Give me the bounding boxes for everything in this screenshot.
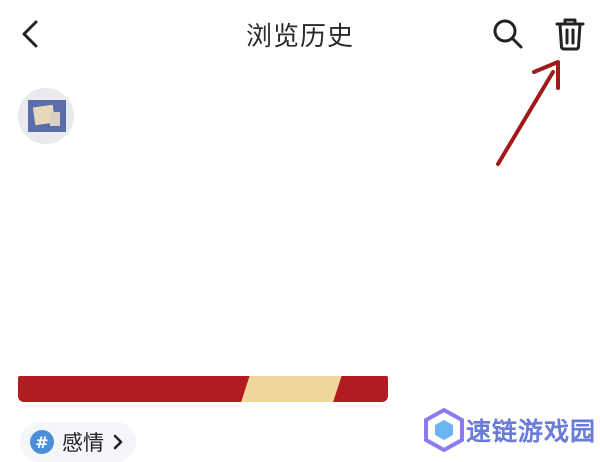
- search-icon: [493, 19, 523, 49]
- topic-tag-label: 感情: [62, 431, 104, 455]
- top-app-bar: 浏览历史: [0, 0, 600, 68]
- banner-illustration: [241, 376, 343, 402]
- watermark: 速链游戏园: [420, 404, 595, 458]
- content-banner-image[interactable]: [18, 376, 388, 402]
- delete-history-button[interactable]: [548, 14, 592, 54]
- hashtag-icon: #: [30, 430, 54, 454]
- avatar-image: [28, 100, 66, 132]
- chevron-right-icon: [113, 434, 123, 450]
- avatar[interactable]: [18, 88, 74, 144]
- search-button[interactable]: [486, 14, 530, 54]
- trash-icon: [555, 18, 585, 51]
- topic-tag[interactable]: # 感情: [20, 422, 136, 462]
- watermark-text: 速链游戏园: [466, 417, 597, 446]
- watermark-logo-icon: [424, 408, 464, 452]
